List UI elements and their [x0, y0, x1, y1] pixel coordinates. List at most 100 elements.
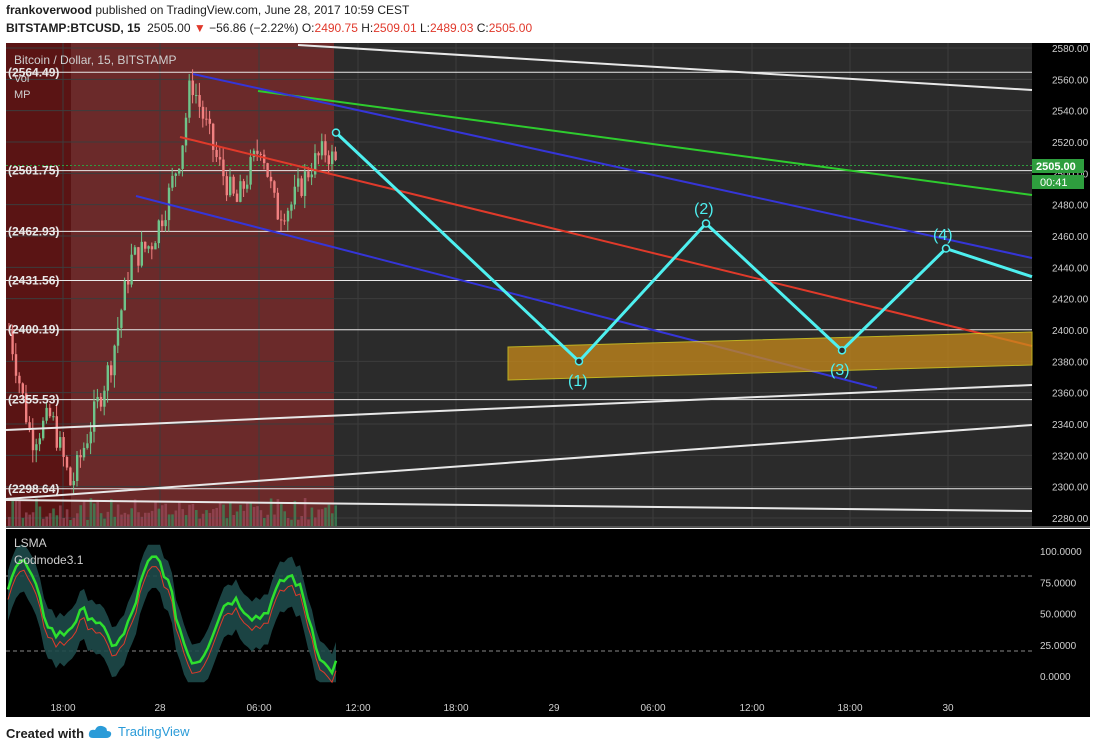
candle-body	[93, 401, 96, 432]
candle-body	[31, 429, 35, 451]
wave-label: (4)	[933, 227, 953, 244]
candle-body	[130, 254, 133, 285]
volume-legend: Vol	[14, 73, 29, 85]
volume-bar	[198, 518, 201, 526]
volume-bar	[331, 513, 334, 526]
candle-body	[62, 437, 65, 457]
candle-body	[235, 193, 239, 202]
candle-body	[307, 171, 310, 178]
volume-bar	[86, 519, 89, 526]
candle-body	[127, 280, 130, 285]
wave-label: (1)	[568, 373, 588, 390]
tradingview-link[interactable]: TradingView	[88, 724, 190, 739]
candle-body	[65, 456, 69, 468]
price-tick-label: 2480.00	[1052, 201, 1089, 212]
volume-bar	[52, 508, 55, 526]
price-tick-label: 2360.00	[1052, 389, 1089, 400]
volume-bar	[72, 517, 76, 526]
volume-bar	[229, 502, 232, 526]
candle-body	[188, 80, 191, 118]
volume-bar	[239, 504, 242, 526]
candle-body	[89, 431, 92, 444]
candle-body	[317, 153, 320, 156]
volume-bar	[150, 510, 154, 526]
candle-body	[191, 80, 194, 96]
mp-legend: MP	[14, 89, 31, 101]
candle-body	[48, 407, 52, 417]
candle-body	[38, 438, 41, 445]
candle-body	[276, 192, 279, 220]
volume-bar	[320, 509, 324, 526]
volume-bar	[127, 514, 130, 526]
volume-bar	[249, 502, 252, 526]
candle-body	[52, 416, 55, 418]
volume-bar	[99, 513, 103, 526]
volume-bar	[157, 508, 161, 526]
volume-bar	[290, 519, 293, 526]
candle-body	[229, 176, 232, 196]
trading-chart[interactable]: (1) (2) (3) (4) 2580.00 2560.00 2540.00 2520.0…	[0, 0, 1097, 752]
candle-body	[18, 375, 21, 384]
volume-bar	[18, 500, 21, 526]
current-price-value: 2505.00	[1036, 161, 1076, 173]
candle-body	[99, 396, 103, 407]
candle-body	[331, 151, 334, 165]
volume-bar	[65, 509, 69, 526]
candle-body	[256, 150, 259, 154]
volume-bar	[297, 519, 300, 526]
candle-body	[45, 407, 48, 421]
candle-body	[137, 247, 140, 266]
volume-bar	[235, 511, 239, 526]
price-tick-label: 2440.00	[1052, 263, 1089, 274]
candle-body	[59, 437, 62, 448]
candle-body	[150, 246, 154, 250]
volume-bar	[283, 511, 286, 526]
candle-body	[259, 153, 262, 155]
level-label: (2501.75)	[8, 164, 59, 178]
created-with-label: Created with	[6, 726, 85, 741]
countdown-value: 00:41	[1040, 177, 1068, 189]
wave-label: (3)	[830, 362, 850, 379]
volume-bar	[263, 518, 266, 526]
volume-bar	[191, 503, 195, 526]
volume-bar	[201, 513, 205, 526]
candle-body	[297, 178, 300, 187]
price-tick-label: 2340.00	[1052, 420, 1089, 431]
volume-bar	[273, 514, 276, 526]
volume-bar	[76, 513, 79, 526]
candle-body	[82, 447, 86, 458]
candle-body	[293, 186, 296, 205]
volume-bar	[120, 514, 123, 526]
candle-body	[327, 155, 330, 165]
candle-body	[42, 420, 45, 439]
volume-bar	[314, 517, 317, 526]
price-tick-label: 2280.00	[1052, 514, 1089, 525]
volume-bar	[334, 505, 337, 526]
candle-body	[225, 176, 228, 196]
candle-body	[154, 243, 157, 250]
price-tick-label: 2380.00	[1052, 357, 1089, 368]
volume-bar	[62, 517, 65, 526]
candle-body	[79, 455, 82, 458]
price-tick-label: 2560.00	[1052, 75, 1089, 86]
candle-body	[286, 210, 290, 222]
time-tick-label: 18:00	[837, 703, 862, 714]
candle-body	[273, 181, 276, 193]
volume-bar	[286, 517, 290, 526]
volume-bar	[110, 499, 113, 526]
volume-bar	[161, 505, 164, 526]
candle-body	[123, 280, 126, 311]
wave-label: (2)	[694, 201, 714, 218]
price-tick-label: 2400.00	[1052, 326, 1089, 337]
volume-bar	[184, 515, 188, 526]
godmode-legend: Godmode3.1	[14, 553, 84, 567]
volume-bar	[106, 511, 110, 526]
time-tick-label: 18:00	[443, 703, 468, 714]
osc-tick-label: 50.0000	[1040, 610, 1077, 621]
volume-bar	[14, 499, 18, 526]
time-tick-label: 28	[154, 703, 166, 714]
volume-bar	[218, 502, 222, 526]
volume-bar	[48, 513, 52, 526]
volume-bar	[280, 504, 283, 526]
candle-body	[178, 168, 181, 174]
